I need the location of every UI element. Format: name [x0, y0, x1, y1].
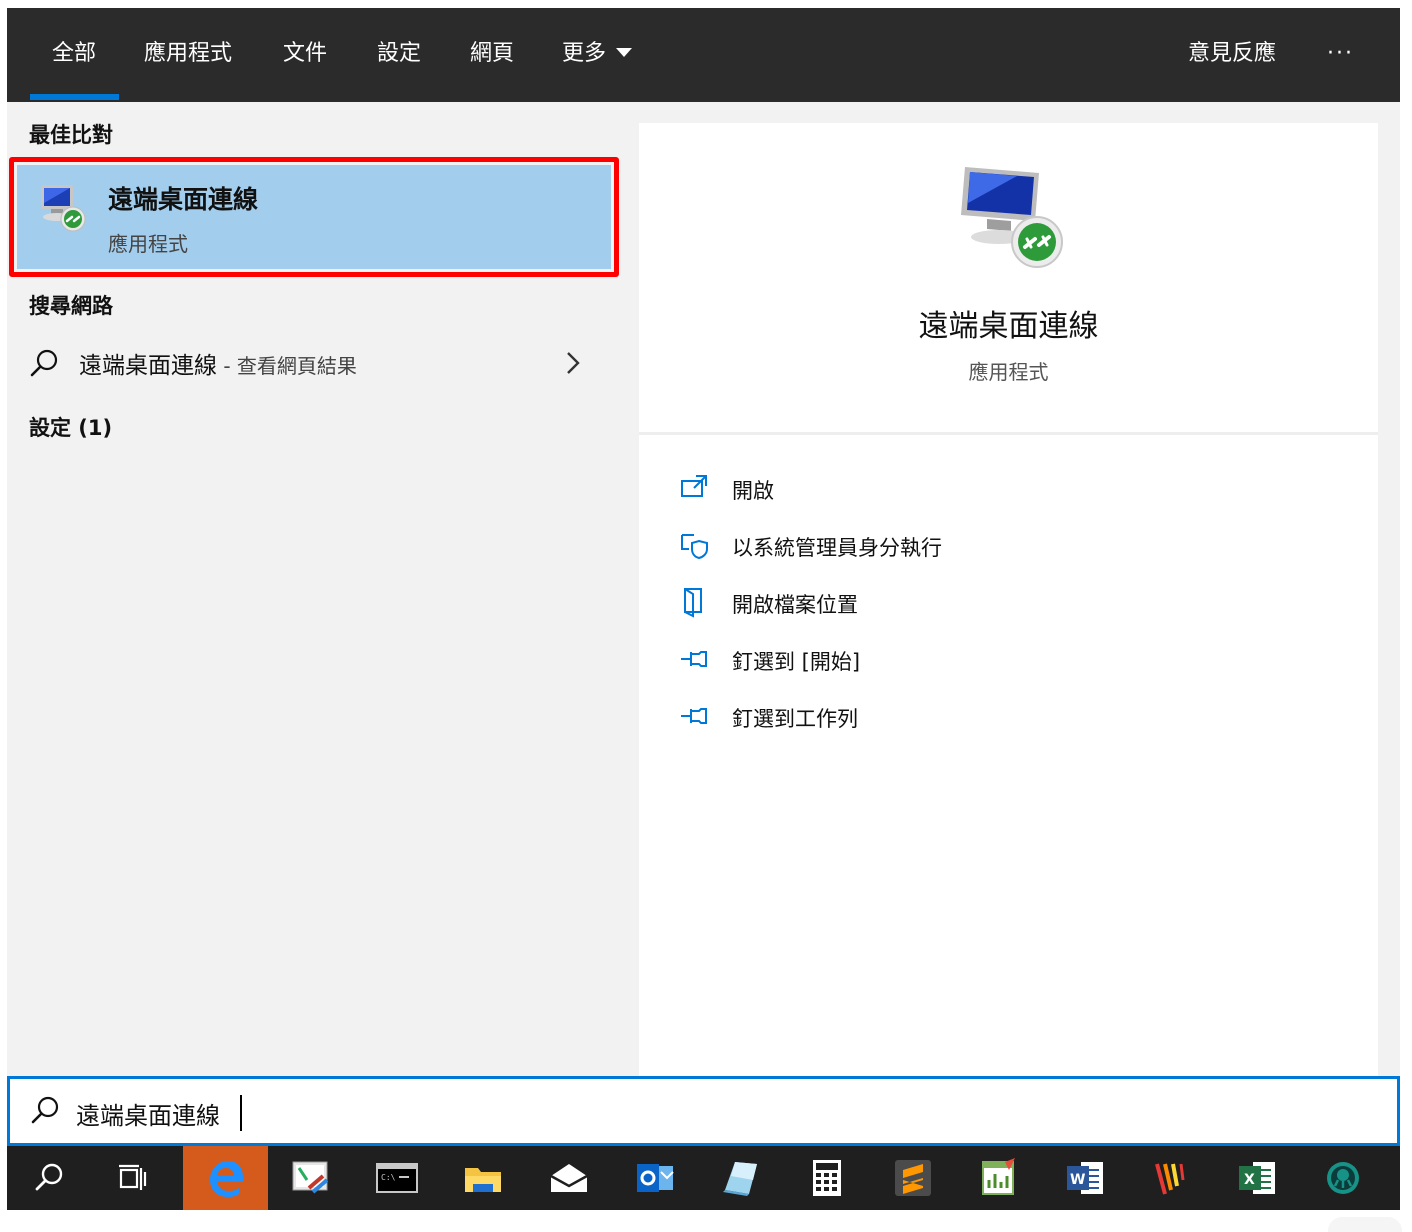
taskbar-office-tool[interactable] [957, 1146, 1042, 1210]
feedback-button[interactable]: 意見反應 [1188, 38, 1276, 70]
command-prompt-icon: C:\ [376, 1163, 418, 1193]
taskbar-excel[interactable]: X [1215, 1146, 1300, 1210]
taskbar-search-button[interactable] [7, 1146, 92, 1210]
taskbar-gitkraken[interactable] [1301, 1146, 1386, 1210]
taskbar-word[interactable]: W [1043, 1146, 1128, 1210]
taskbar-file-explorer[interactable] [441, 1146, 526, 1210]
search-input[interactable] [76, 1091, 1076, 1135]
taskbar-notepad[interactable] [699, 1146, 784, 1210]
admin-shield-icon [681, 534, 708, 560]
taskbar-task-view[interactable] [92, 1146, 177, 1210]
taskbar-sublime-text[interactable] [871, 1146, 956, 1210]
taskbar: C:\ W X [7, 1146, 1400, 1210]
action-pin-to-taskbar-label: 釘選到工作列 [732, 707, 858, 731]
tab-settings[interactable]: 設定 [377, 38, 421, 70]
pin-icon [681, 708, 707, 724]
text-cursor [240, 1095, 242, 1131]
tab-web[interactable]: 網頁 [470, 38, 514, 70]
search-icon [30, 349, 58, 377]
taskbar-snipping-tool[interactable] [269, 1146, 354, 1210]
svg-text:C:\: C:\ [381, 1173, 396, 1182]
gitkraken-icon [1327, 1162, 1359, 1194]
outlook-icon [637, 1164, 674, 1192]
results-pane: 最佳比對 遠端桌面連線 應用程式 搜尋網路 遠端桌面連線 - 查看網頁結果 設定… [7, 102, 619, 1076]
remote-desktop-large-icon [961, 167, 1063, 268]
action-pin-to-start-label: 釘選到 [開始] [732, 650, 861, 674]
more-options-button[interactable]: ··· [1327, 38, 1354, 70]
tab-more[interactable]: 更多 [562, 38, 633, 70]
web-search-result[interactable]: 遠端桌面連線 - 查看網頁結果 [7, 342, 618, 384]
action-open-file-location[interactable]: 開啟檔案位置 [679, 582, 1179, 622]
snipping-tool-icon [292, 1161, 329, 1194]
action-open[interactable]: 開啟 [679, 468, 1179, 508]
action-pin-to-taskbar[interactable]: 釘選到工作列 [679, 696, 1179, 736]
action-open-file-location-label: 開啟檔案位置 [732, 593, 858, 617]
office-tool-icon [982, 1158, 1015, 1195]
action-open-label: 開啟 [732, 479, 774, 503]
best-match-subtitle: 應用程式 [108, 232, 188, 256]
svg-text:W: W [1070, 1172, 1085, 1188]
search-icon [35, 1163, 63, 1191]
open-icon [681, 475, 707, 497]
taskbar-outlook[interactable] [613, 1146, 698, 1210]
tab-documents[interactable]: 文件 [283, 38, 327, 70]
vpn-tool-icon [1155, 1163, 1185, 1195]
tab-apps[interactable]: 應用程式 [144, 38, 232, 70]
excel-icon: X [1239, 1162, 1275, 1194]
sublime-text-icon [895, 1160, 931, 1196]
edge-icon [210, 1161, 243, 1197]
action-pin-to-start[interactable]: 釘選到 [開始] [679, 639, 1179, 679]
word-icon: W [1067, 1162, 1103, 1194]
preview-pane: 遠端桌面連線 應用程式 開啟 以系統管理員身分執行 開啟檔案位置 釘選到 [開始… [639, 123, 1378, 1076]
tab-more-label: 更多 [562, 41, 607, 66]
taskbar-calculator[interactable] [785, 1146, 870, 1210]
taskbar-vpn-tool[interactable] [1129, 1146, 1214, 1210]
best-match-heading: 最佳比對 [29, 123, 113, 147]
taskbar-edge[interactable] [183, 1146, 268, 1210]
taskbar-mail[interactable] [527, 1146, 612, 1210]
best-match-selection: 遠端桌面連線 應用程式 [17, 165, 611, 269]
web-result-text: 遠端桌面連線 - 查看網頁結果 [79, 346, 357, 380]
file-explorer-icon [465, 1168, 501, 1192]
mail-icon [550, 1164, 588, 1192]
action-run-as-admin[interactable]: 以系統管理員身分執行 [679, 525, 1179, 565]
web-result-suffix: - 查看網頁結果 [217, 354, 357, 378]
calculator-icon [813, 1160, 841, 1196]
settings-heading[interactable]: 設定 (1) [29, 412, 112, 442]
caret-down-icon [616, 47, 633, 57]
notepad-icon [723, 1162, 757, 1196]
best-match-result[interactable]: 遠端桌面連線 應用程式 [9, 157, 619, 277]
action-run-as-admin-label: 以系統管理員身分執行 [732, 536, 942, 560]
taskbar-command-prompt[interactable]: C:\ [355, 1146, 440, 1210]
file-location-icon [684, 588, 702, 618]
task-view-icon [119, 1164, 147, 1190]
pin-icon [681, 651, 707, 667]
search-scope-tabs: 全部 應用程式 文件 設定 網頁 更多 意見反應 ··· [7, 8, 1400, 102]
web-result-query: 遠端桌面連線 [79, 353, 217, 379]
desktop-corner-element [1328, 1217, 1402, 1232]
preview-subtitle: 應用程式 [968, 360, 1049, 384]
tab-all[interactable]: 全部 [52, 38, 96, 70]
preview-header: 遠端桌面連線 應用程式 [639, 123, 1378, 435]
remote-desktop-icon [41, 185, 86, 232]
chevron-right-icon[interactable] [563, 350, 583, 376]
search-icon [31, 1096, 59, 1124]
search-box[interactable] [7, 1076, 1400, 1146]
search-window: 全部 應用程式 文件 設定 網頁 更多 意見反應 ··· 最佳比對 遠端桌面連線… [7, 8, 1400, 1210]
active-tab-indicator [30, 94, 119, 100]
web-search-heading: 搜尋網路 [29, 294, 113, 318]
best-match-title: 遠端桌面連線 [108, 185, 259, 214]
svg-text:X: X [1244, 1172, 1255, 1188]
preview-title: 遠端桌面連線 [918, 309, 1099, 344]
